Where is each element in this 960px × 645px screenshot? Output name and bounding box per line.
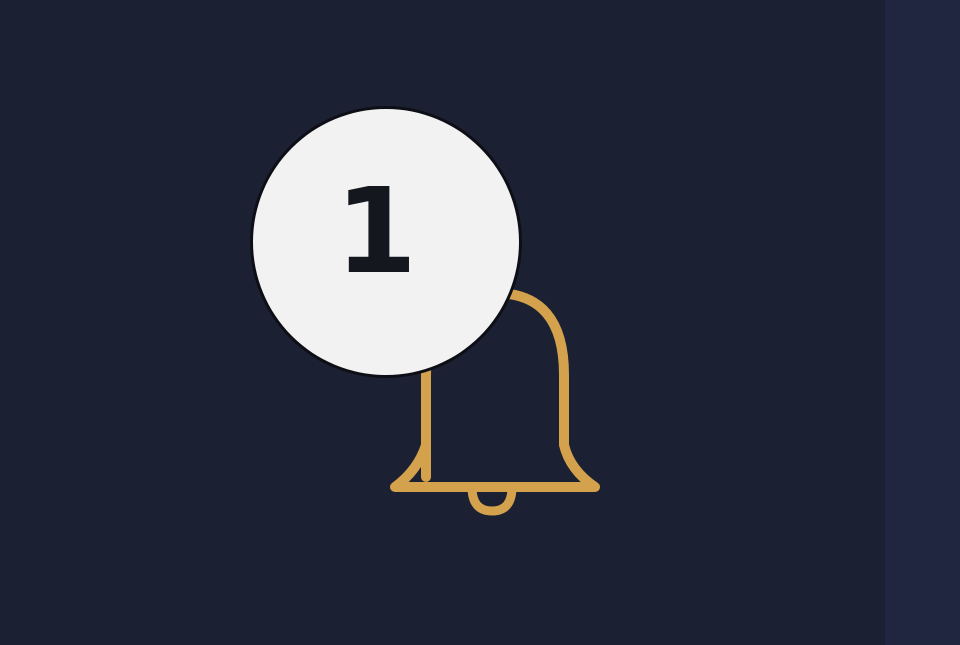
notification-count-badge: 1 [253,109,519,375]
panel-divider [885,0,960,645]
header-bar: 1 [0,0,960,645]
notification-count: 1 [334,162,418,300]
